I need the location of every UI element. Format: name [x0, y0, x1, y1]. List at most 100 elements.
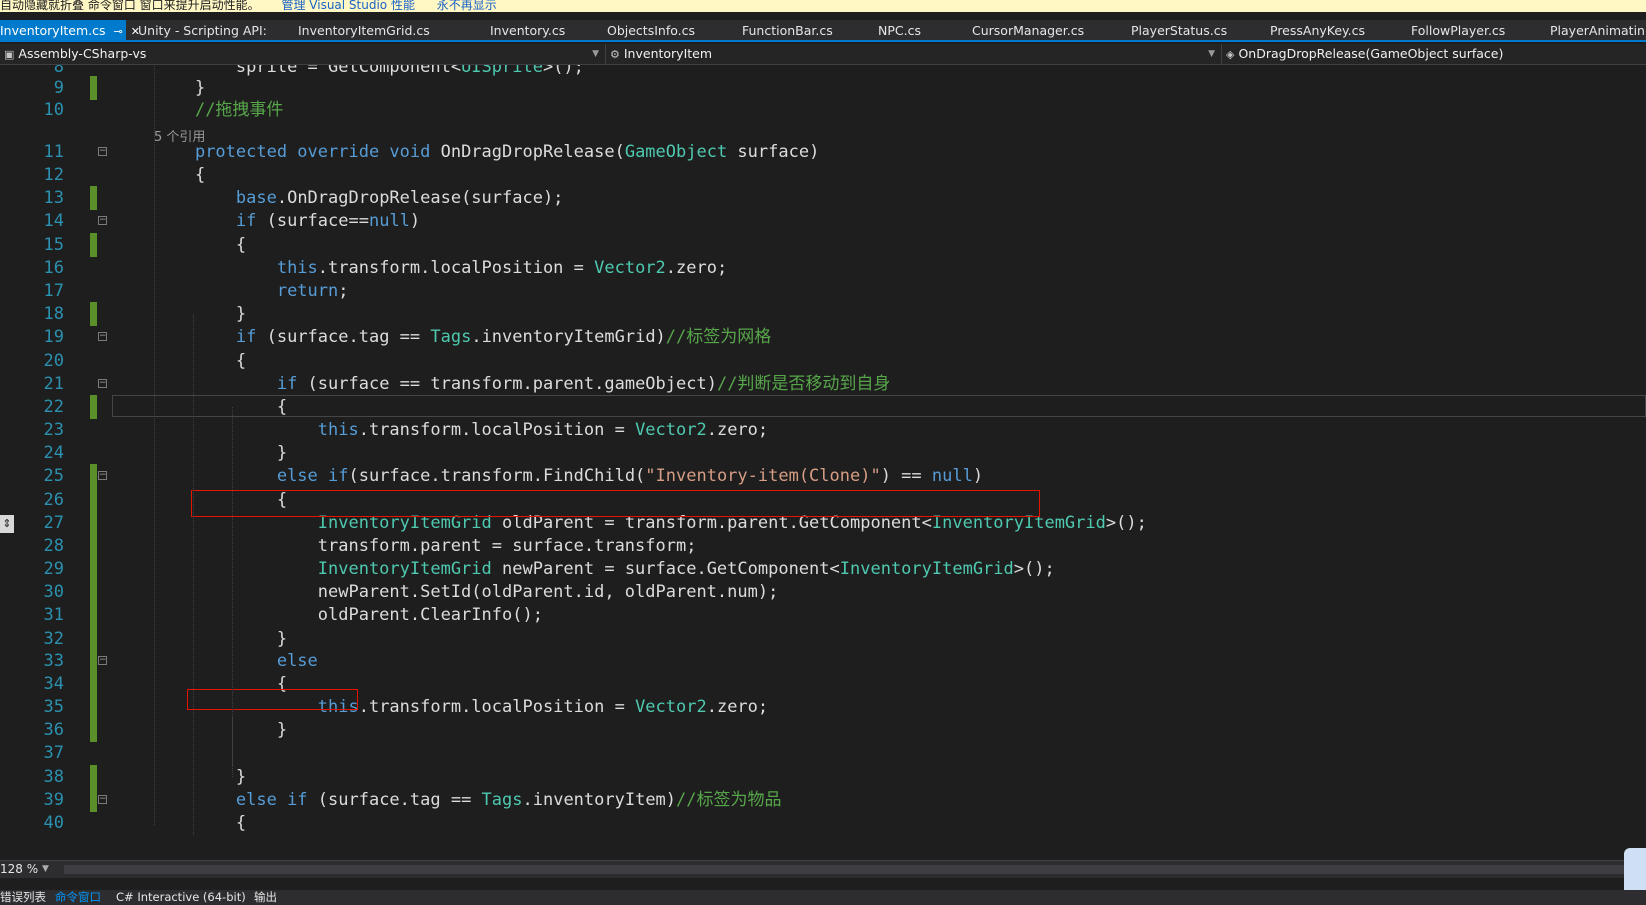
code-text: } — [154, 718, 287, 742]
code-line[interactable]: 13 base.OnDragDropRelease(surface); — [0, 186, 1646, 210]
code-token: .zero; — [706, 420, 769, 440]
chevron-down-icon[interactable]: ▼ — [42, 861, 49, 878]
horizontal-scrollbar[interactable] — [64, 865, 1624, 874]
code-line[interactable]: 18 } — [0, 302, 1646, 326]
code-line[interactable]: 15 { — [0, 233, 1646, 257]
change-marker — [90, 233, 97, 257]
line-number: 13 — [43, 188, 64, 208]
tab-pressanykey-cs[interactable]: PressAnyKey.cs — [1264, 20, 1371, 40]
line-number: 30 — [43, 582, 64, 602]
tab-objectsinfo-cs[interactable]: ObjectsInfo.cs — [601, 20, 701, 40]
tab-strip-accent — [0, 40, 1646, 42]
collapse-icon[interactable]: − — [98, 379, 107, 388]
change-marker — [90, 672, 97, 696]
code-line[interactable]: 29 InventoryItemGrid newParent = surface… — [0, 557, 1646, 581]
code-text: } — [154, 302, 246, 326]
zoom-level[interactable]: 128 % — [0, 861, 38, 878]
tab-functionbar-cs[interactable]: FunctionBar.cs — [736, 20, 839, 40]
code-token: .zero; — [706, 697, 769, 717]
code-text: if (surface == transform.parent.gameObje… — [154, 372, 891, 396]
code-line[interactable]: 25 − else if(surface.transform.FindChild(… — [0, 464, 1646, 488]
code-line[interactable]: 31 oldParent.ClearInfo(); — [0, 603, 1646, 627]
code-text: else — [154, 649, 318, 673]
project-dropdown[interactable]: ▣ Assembly-CSharp-vs ▼ — [0, 44, 606, 64]
collapse-icon[interactable]: − — [98, 332, 107, 341]
tab-label: InventoryItem.cs — [0, 23, 106, 38]
code-token: transform.parent = surface.transform; — [154, 536, 697, 556]
tab-playerstatus-cs[interactable]: PlayerStatus.cs — [1125, 20, 1233, 40]
collapse-icon[interactable]: − — [98, 795, 107, 804]
type-dropdown[interactable]: ⚙ InventoryItem ▼ — [606, 44, 1222, 64]
collapse-icon[interactable]: − — [98, 147, 107, 156]
code-line[interactable]: 19 − if (surface.tag == Tags.inventoryIte… — [0, 325, 1646, 349]
collapse-icon[interactable]: − — [98, 656, 107, 665]
code-token: OnDragDropRelease( — [440, 142, 625, 162]
dont-show-again-link[interactable]: 永不再显示 — [437, 0, 497, 11]
line-number: 24 — [43, 443, 64, 463]
project-name: Assembly-CSharp-vs — [18, 46, 147, 61]
change-marker — [90, 464, 97, 488]
chevron-down-icon: ▼ — [1208, 49, 1215, 59]
tab-label: PressAnyKey.cs — [1270, 23, 1366, 38]
tab-output[interactable]: 输出 — [254, 890, 277, 905]
tab-label: InventoryItemGrid.cs — [298, 23, 430, 38]
tab-npc-cs[interactable]: NPC.cs — [872, 20, 927, 40]
code-text: { — [154, 233, 246, 257]
tab-inventoryitemgrid-cs[interactable]: InventoryItemGrid.cs — [292, 20, 436, 40]
code-line[interactable]: 23 this.transform.localPosition = Vector… — [0, 418, 1646, 442]
code-line[interactable]: 16 this.transform.localPosition = Vector… — [0, 256, 1646, 280]
line-number: 22 — [43, 397, 64, 417]
tab-error-list[interactable]: 错误列表 — [0, 890, 46, 905]
tab-followplayer-cs[interactable]: FollowPlayer.cs — [1405, 20, 1511, 40]
tab-inventory-cs[interactable]: Inventory.cs — [484, 20, 571, 40]
manage-performance-link[interactable]: 管理 Visual Studio 性能 — [281, 0, 415, 11]
codelens-references[interactable]: 5 个引用 — [154, 126, 205, 145]
code-line[interactable]: 20 { — [0, 349, 1646, 373]
tab-command-window[interactable]: 命令窗口 — [55, 890, 101, 905]
pin-icon[interactable]: ⊸ — [114, 25, 123, 38]
code-line[interactable]: 37 — [0, 741, 1646, 765]
code-token: oldParent.ClearInfo(); — [154, 605, 543, 625]
collapse-icon[interactable]: − — [98, 471, 107, 480]
code-line[interactable]: 30 newParent.SetId(oldParent.id, oldPare… — [0, 580, 1646, 604]
code-line[interactable]: 12 { — [0, 163, 1646, 187]
info-bar: 自动隐藏就折叠 命令窗口 窗口来提升启动性能。 管理 Visual Studio… — [0, 0, 1646, 12]
code-line[interactable]: 40 { — [0, 811, 1646, 835]
tab-label: NPC.cs — [878, 23, 921, 38]
code-token: //拖拽事件 — [194, 100, 284, 120]
code-editor[interactable]: 8 sprite = GetComponent<UISprite>(); 9 } 1… — [0, 65, 1646, 860]
quick-actions-icon[interactable]: ⇕ — [0, 515, 14, 533]
document-tab-strip: InventoryItem.cs ⊸ ✕ Unity - Scripting API… — [0, 20, 1646, 42]
code-line[interactable]: 21 − if (surface == transform.parent.game… — [0, 372, 1646, 396]
code-line[interactable]: 38 } — [0, 765, 1646, 789]
code-text: InventoryItemGrid newParent = surface.Ge… — [154, 557, 1055, 581]
code-line[interactable]: 36 } — [0, 718, 1646, 742]
code-token: ) — [972, 466, 984, 486]
code-line[interactable]: 28 transform.parent = surface.transform; — [0, 534, 1646, 558]
code-line[interactable]: 39 − else if (surface.tag == Tags.invento… — [0, 788, 1646, 812]
tab-playeranimatin-cs[interactable]: PlayerAnimatin.cs — [1544, 20, 1646, 40]
tab-unity-scripting-api[interactable]: Unity - Scripting API: — [132, 20, 273, 40]
code-line[interactable]: 33 − else — [0, 649, 1646, 673]
tab-csharp-interactive[interactable]: C# Interactive (64-bit) — [116, 890, 246, 905]
code-token: { — [154, 351, 247, 371]
collapse-icon[interactable]: − — [98, 216, 107, 225]
tab-inventoryitem-cs[interactable]: InventoryItem.cs ⊸ ✕ — [0, 20, 140, 40]
code-line[interactable]: 24 } — [0, 441, 1646, 465]
member-dropdown[interactable]: ◈ OnDragDropRelease(GameObject surface) — [1222, 44, 1646, 64]
code-text: base.OnDragDropRelease(surface); — [154, 186, 564, 210]
code-line[interactable]: 10 //拖拽事件 — [0, 98, 1646, 122]
code-line[interactable]: 14 − if (surface==null) — [0, 209, 1646, 233]
code-token: if — [235, 327, 257, 347]
tab-cursormanager-cs[interactable]: CursorManager.cs — [966, 20, 1090, 40]
code-line[interactable]: 9 } — [0, 76, 1646, 100]
line-number: 26 — [43, 490, 64, 510]
code-line[interactable]: 32 } — [0, 627, 1646, 651]
code-line[interactable]: 17 return; — [0, 279, 1646, 303]
code-line[interactable]: 11 − protected override void OnDragDropRe… — [0, 140, 1646, 164]
